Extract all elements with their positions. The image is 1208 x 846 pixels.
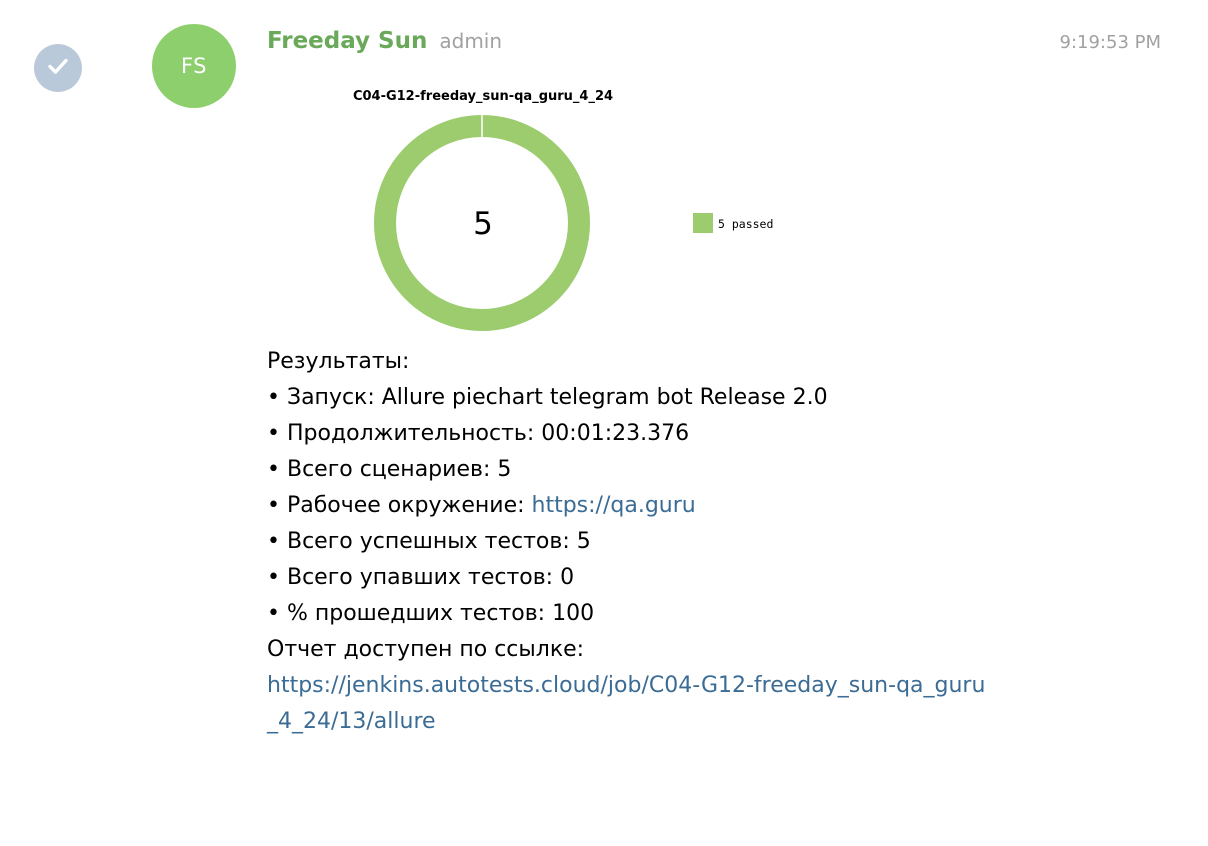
result-item: • Всего упавших тестов: 0 — [267, 560, 1027, 596]
message-select-check[interactable] — [34, 44, 82, 92]
result-item: • Всего сценариев: 5 — [267, 452, 1027, 488]
result-item-value: 5 — [497, 457, 512, 482]
result-item-label: • % прошедших тестов: — [267, 601, 553, 626]
avatar-initials: FS — [180, 54, 208, 78]
result-item-label: • Рабочее окружение: — [267, 493, 532, 518]
check-icon — [44, 52, 72, 84]
result-item-label: • Продолжительность: — [267, 421, 542, 446]
message-header: Freeday Sun admin — [267, 28, 502, 60]
result-item: • Продолжительность: 00:01:23.376 — [267, 416, 1027, 452]
result-item-label: • Запуск: — [267, 385, 382, 410]
result-item-label: • Всего упавших тестов: — [267, 565, 561, 590]
result-item-label: • Всего сценариев: — [267, 457, 498, 482]
sender-role: admin — [439, 29, 503, 53]
allure-chart-image[interactable]: C04-G12-freeday_sun-qa_guru_4_24 5 5 pas… — [267, 80, 807, 342]
environment-link[interactable]: https://qa.guru — [532, 493, 696, 518]
report-label: Отчет доступен по ссылке: — [267, 637, 585, 662]
result-item: • Запуск: Allure piechart telegram bot R… — [267, 380, 1027, 416]
result-item: • Рабочее окружение: https://qa.guru — [267, 488, 1027, 524]
message-text: Результаты: • Запуск: Allure piechart te… — [267, 344, 1027, 740]
result-item: • % прошедших тестов: 100 — [267, 596, 1027, 632]
message-time: 9:19:53 PM — [1059, 32, 1162, 53]
result-item-value: 0 — [560, 565, 575, 590]
result-item-value: 5 — [576, 529, 591, 554]
result-item-value: Allure piechart telegram bot Release 2.0 — [381, 385, 828, 410]
result-item-value: 100 — [552, 601, 595, 626]
result-item: • Всего успешных тестов: 5 — [267, 524, 1027, 560]
chart-title: C04-G12-freeday_sun-qa_guru_4_24 — [353, 89, 613, 104]
legend-swatch — [693, 213, 713, 233]
result-item-value: 00:01:23.376 — [541, 421, 690, 446]
result-item-label: • Всего успешных тестов: — [267, 529, 577, 554]
results-list: • Запуск: Allure piechart telegram bot R… — [267, 380, 1027, 632]
avatar[interactable]: FS — [152, 24, 236, 108]
report-link[interactable]: https://jenkins.autotests.cloud/job/C04-… — [267, 668, 987, 740]
legend-label: 5 passed — [718, 217, 773, 231]
sender-name[interactable]: Freeday Sun — [267, 28, 427, 54]
results-heading: Результаты: — [267, 349, 410, 374]
pie-chart: C04-G12-freeday_sun-qa_guru_4_24 5 5 pas… — [353, 89, 773, 331]
chart-center-label: 5 — [473, 206, 493, 242]
